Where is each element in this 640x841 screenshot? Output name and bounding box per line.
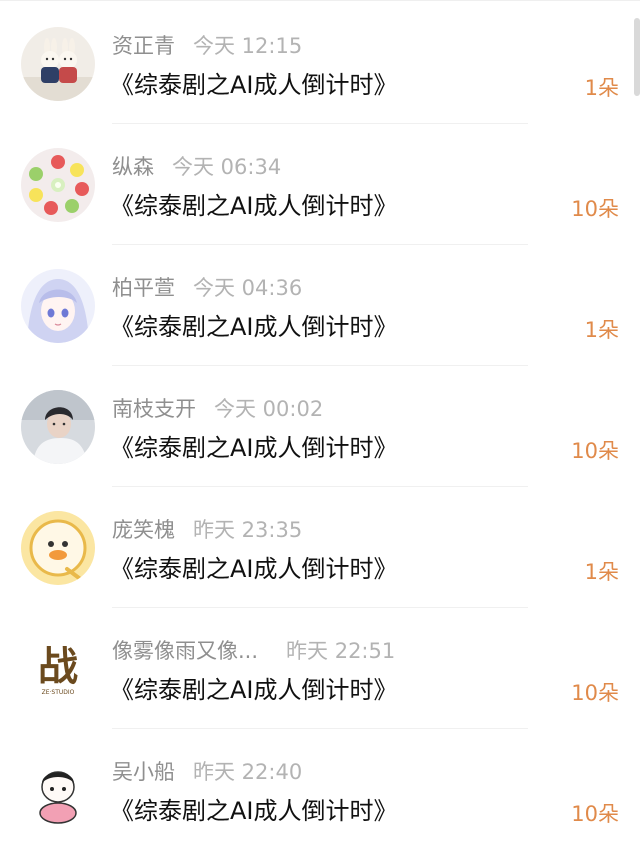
logo-subtext: ZE·STUDIO [42, 689, 75, 696]
entry-meta: 像雾像雨又像... 昨天 22:51 [112, 638, 395, 664]
portrait-photo-avatar[interactable] [21, 390, 95, 464]
timestamp: 昨天 23:35 [193, 518, 303, 542]
chibi-character-icon [21, 753, 95, 827]
entry-meta: 纵森 今天 06:34 [112, 154, 281, 180]
chibi-character-avatar[interactable] [21, 753, 95, 827]
bunny-figurines-icon [21, 27, 95, 101]
list-item[interactable]: 战 ZE·STUDIO 像雾像雨又像... 昨天 22:51 《综泰剧之AI成人倒… [0, 608, 640, 729]
book-title[interactable]: 《综泰剧之AI成人倒计时》 [110, 311, 398, 343]
user-name[interactable]: 吴小船 [112, 760, 175, 784]
book-title[interactable]: 《综泰剧之AI成人倒计时》 [110, 674, 398, 706]
bunny-figurines-avatar[interactable] [21, 27, 95, 101]
list-item[interactable]: 纵森 今天 06:34 《综泰剧之AI成人倒计时》 10朵 [0, 124, 640, 245]
gift-record-list: 资正青 今天 12:15 《综泰剧之AI成人倒计时》 1朵 纵森 今天 06:34 [0, 0, 640, 841]
user-name[interactable]: 南枝支开 [112, 397, 196, 421]
book-title[interactable]: 《综泰剧之AI成人倒计时》 [110, 553, 398, 585]
calligraphy-logo-icon: 战 ZE·STUDIO [21, 632, 95, 706]
portrait-photo-icon [21, 390, 95, 464]
flower-count: 10朵 [571, 197, 619, 221]
entry-meta: 资正青 今天 12:15 [112, 33, 302, 59]
timestamp: 今天 12:15 [193, 34, 303, 58]
user-name[interactable]: 柏平萱 [112, 276, 175, 300]
list-item[interactable]: 资正青 今天 12:15 《综泰剧之AI成人倒计时》 1朵 [0, 3, 640, 124]
macaron-cups-icon [21, 148, 95, 222]
top-divider [0, 0, 640, 1]
user-name[interactable]: 资正青 [112, 34, 175, 58]
book-title[interactable]: 《综泰剧之AI成人倒计时》 [110, 432, 398, 464]
timestamp: 昨天 22:51 [286, 639, 396, 663]
timestamp: 今天 00:02 [214, 397, 324, 421]
entry-meta: 南枝支开 今天 00:02 [112, 396, 323, 422]
flower-count: 1朵 [584, 560, 619, 584]
entry-meta: 柏平萱 今天 04:36 [112, 275, 302, 301]
duck-cartoon-avatar[interactable] [21, 511, 95, 585]
list-item[interactable]: 庞笑槐 昨天 23:35 《综泰剧之AI成人倒计时》 1朵 [0, 487, 640, 608]
duck-cartoon-icon [21, 511, 95, 585]
timestamp: 今天 04:36 [193, 276, 303, 300]
flower-count: 10朵 [571, 681, 619, 705]
list-item[interactable]: 南枝支开 今天 00:02 《综泰剧之AI成人倒计时》 10朵 [0, 366, 640, 487]
timestamp: 今天 06:34 [172, 155, 282, 179]
flower-count: 1朵 [584, 318, 619, 342]
anime-girl-avatar[interactable] [21, 269, 95, 343]
user-name[interactable]: 纵森 [112, 155, 154, 179]
macaron-cups-avatar[interactable] [21, 148, 95, 222]
list-item[interactable]: 柏平萱 今天 04:36 《综泰剧之AI成人倒计时》 1朵 [0, 245, 640, 366]
calligraphy-logo-avatar[interactable]: 战 ZE·STUDIO [21, 632, 95, 706]
logo-glyph: 战 [38, 643, 78, 690]
entry-meta: 庞笑槐 昨天 23:35 [112, 517, 302, 543]
book-title[interactable]: 《综泰剧之AI成人倒计时》 [110, 795, 398, 827]
user-name[interactable]: 庞笑槐 [112, 518, 175, 542]
list-item[interactable]: 吴小船 昨天 22:40 《综泰剧之AI成人倒计时》 10朵 [0, 729, 640, 841]
flower-count: 1朵 [584, 76, 619, 100]
timestamp: 昨天 22:40 [193, 760, 303, 784]
anime-girl-icon [21, 269, 95, 343]
book-title[interactable]: 《综泰剧之AI成人倒计时》 [110, 69, 398, 101]
flower-count: 10朵 [571, 439, 619, 463]
flower-count: 10朵 [571, 802, 619, 826]
entry-meta: 吴小船 昨天 22:40 [112, 759, 302, 785]
book-title[interactable]: 《综泰剧之AI成人倒计时》 [110, 190, 398, 222]
user-name[interactable]: 像雾像雨又像... [112, 639, 258, 663]
